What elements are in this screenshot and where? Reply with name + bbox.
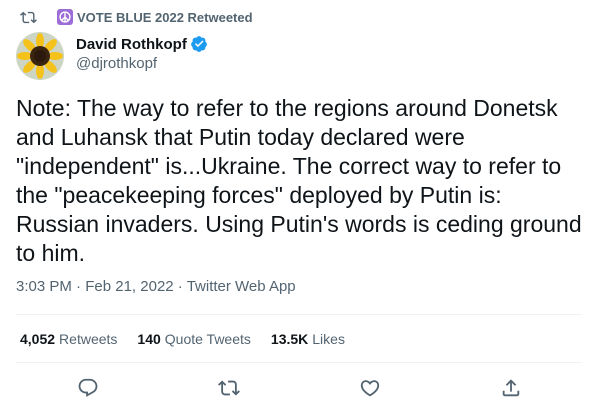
likes-count: 13.5K <box>270 331 309 347</box>
retweets-count: 4,052 <box>20 331 56 347</box>
likes-stat[interactable]: 13.5K Likes <box>271 331 345 347</box>
social-context-label[interactable]: VOTE BLUE 2022 Retweeted <box>77 10 253 25</box>
reply-icon <box>78 378 98 397</box>
retweet-icon <box>20 11 37 23</box>
social-context: VOTE BLUE 2022 Retweeted <box>20 7 253 27</box>
verified-badge-icon <box>190 36 207 52</box>
retweets-stat[interactable]: 4,052 Retweets <box>20 331 117 347</box>
divider <box>16 362 582 363</box>
tweet-actions <box>0 377 598 403</box>
quote-tweets-label: Quote Tweets <box>164 331 251 347</box>
retweet-icon <box>218 380 240 396</box>
meta-separator: · <box>71 278 86 295</box>
avatar[interactable] <box>16 32 64 80</box>
tweet-time[interactable]: 3:03 PM <box>16 278 72 295</box>
meta-separator: · <box>173 278 187 295</box>
author-handle[interactable]: @djrothkopf <box>76 55 208 72</box>
retweets-label: Retweets <box>59 331 118 347</box>
tweet-author: David Rothkopf @djrothkopf <box>16 32 208 80</box>
tweet-text: Note: The way to refer to the regions ar… <box>16 95 582 266</box>
peace-icon <box>57 9 73 25</box>
author-name[interactable]: David Rothkopf <box>76 36 187 53</box>
tweet-date[interactable]: Feb 21, 2022 <box>85 278 173 295</box>
share-button[interactable] <box>500 377 522 399</box>
tweet-meta: 3:03 PM · Feb 21, 2022 · Twitter Web App <box>16 278 296 295</box>
likes-label: Likes <box>312 331 345 347</box>
divider <box>16 314 582 315</box>
like-button[interactable] <box>359 377 381 399</box>
heart-icon <box>360 380 380 397</box>
tweet-stats: 4,052 Retweets 140 Quote Tweets 13.5K Likes <box>20 331 365 347</box>
retweet-button[interactable] <box>218 377 240 399</box>
share-icon <box>502 379 520 397</box>
quote-tweets-count: 140 <box>137 331 161 347</box>
quote-tweets-stat[interactable]: 140 Quote Tweets <box>137 331 251 347</box>
tweet-source[interactable]: Twitter Web App <box>187 278 296 295</box>
reply-button[interactable] <box>77 377 99 399</box>
